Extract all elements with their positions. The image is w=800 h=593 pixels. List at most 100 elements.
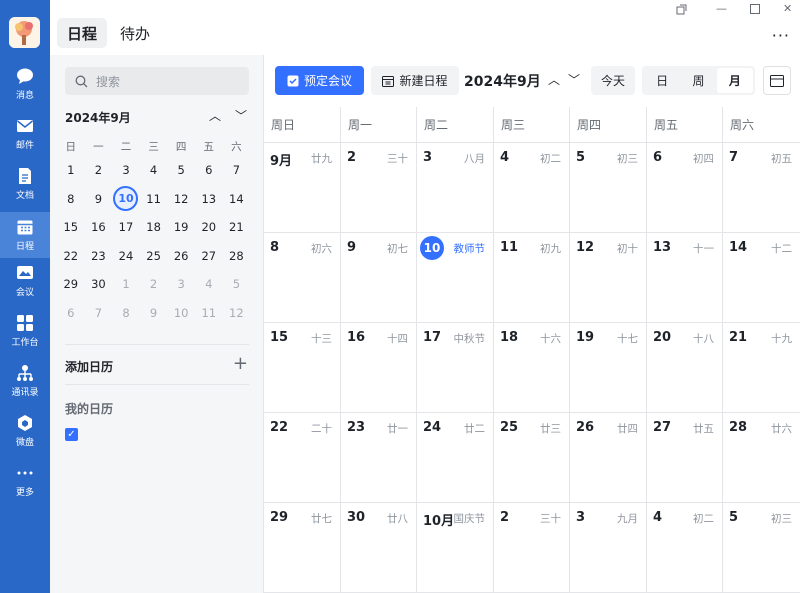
mini-day[interactable]: 24 [112, 242, 140, 271]
day-cell[interactable]: 2 三十 [493, 503, 569, 593]
nav-item-docs[interactable]: 文档 [0, 165, 50, 209]
day-cell[interactable]: 28 廿六 [722, 413, 800, 503]
day-cell[interactable]: 18 十六 [493, 323, 569, 413]
mini-day[interactable]: 8 [112, 299, 140, 328]
nav-item-mail[interactable]: 邮件 [0, 115, 50, 159]
mini-day[interactable]: 20 [195, 213, 223, 242]
avatar[interactable] [9, 17, 40, 48]
day-cell[interactable]: 10 教师节 [416, 233, 493, 323]
mini-day[interactable]: 7 [223, 156, 251, 185]
day-cell[interactable]: 20 十八 [646, 323, 722, 413]
mini-day[interactable]: 6 [57, 299, 85, 328]
day-cell[interactable]: 3 九月 [569, 503, 646, 593]
day-cell[interactable]: 25 廿三 [493, 413, 569, 503]
mini-day[interactable]: 14 [223, 185, 251, 214]
mini-day[interactable]: 9 [85, 185, 113, 214]
nav-item-more[interactable]: 更多 [0, 462, 50, 506]
mini-day[interactable]: 7 [85, 299, 113, 328]
mini-day[interactable]: 9 [140, 299, 168, 328]
nav-item-message[interactable]: 消息 [0, 65, 50, 109]
prev-month-icon[interactable]: ︿ [548, 71, 560, 88]
mini-day[interactable]: 13 [195, 185, 223, 214]
mini-day[interactable]: 2 [85, 156, 113, 185]
day-cell[interactable]: 10月 国庆节 [416, 503, 493, 593]
mini-day[interactable]: 17 [112, 213, 140, 242]
day-cell[interactable]: 4 初二 [646, 503, 722, 593]
mini-day[interactable]: 25 [140, 242, 168, 271]
sidebar-toggle-icon[interactable] [763, 66, 791, 95]
day-cell[interactable]: 5 初三 [722, 503, 800, 593]
search-input[interactable]: 搜索 [65, 67, 249, 95]
day-cell[interactable]: 27 廿五 [646, 413, 722, 503]
mini-day[interactable]: 26 [167, 242, 195, 271]
mini-day[interactable]: 28 [223, 242, 251, 271]
next-month-icon[interactable]: ﹀ [568, 71, 580, 88]
mini-day[interactable]: 18 [140, 213, 168, 242]
view-day[interactable]: 日 [644, 68, 680, 93]
mini-day[interactable]: 11 [195, 299, 223, 328]
mini-day[interactable]: 21 [223, 213, 251, 242]
mini-day[interactable]: 3 [167, 270, 195, 299]
mini-day[interactable]: 5 [167, 156, 195, 185]
mini-day[interactable]: 4 [195, 270, 223, 299]
nav-item-drive[interactable]: 微盘 [0, 412, 50, 456]
day-cell[interactable]: 23 廿一 [340, 413, 416, 503]
day-cell[interactable]: 30 廿八 [340, 503, 416, 593]
day-cell[interactable]: 8 初六 [264, 233, 340, 323]
day-cell[interactable]: 9月 廿九 [264, 143, 340, 233]
add-calendar-button[interactable]: + [233, 353, 248, 374]
nav-item-contacts[interactable]: 通讯录 [0, 362, 50, 406]
day-cell[interactable]: 2 三十 [340, 143, 416, 233]
chevron-down-icon[interactable]: ﹀ [235, 107, 247, 124]
mini-day[interactable]: 22 [57, 242, 85, 271]
my-calendar-checkbox[interactable]: ✓ [65, 428, 78, 441]
view-month[interactable]: 月 [716, 68, 753, 93]
mini-day[interactable]: 5 [223, 270, 251, 299]
mini-day[interactable]: 6 [195, 156, 223, 185]
day-cell[interactable]: 21 十九 [722, 323, 800, 413]
day-cell[interactable]: 24 廿二 [416, 413, 493, 503]
mini-day[interactable]: 4 [140, 156, 168, 185]
mini-day[interactable]: 23 [85, 242, 113, 271]
day-cell[interactable]: 5 初三 [569, 143, 646, 233]
day-cell[interactable]: 15 十三 [264, 323, 340, 413]
book-meeting-button[interactable]: 预定会议 [275, 66, 364, 95]
day-cell[interactable]: 29 廿七 [264, 503, 340, 593]
day-cell[interactable]: 6 初四 [646, 143, 722, 233]
mini-day[interactable]: 12 [167, 185, 195, 214]
mini-day[interactable]: 30 [85, 270, 113, 299]
mini-day[interactable]: 15 [57, 213, 85, 242]
close-icon[interactable]: ✕ [783, 2, 792, 15]
tab-schedule[interactable]: 日程 [57, 18, 107, 48]
day-cell[interactable]: 4 初二 [493, 143, 569, 233]
mini-day[interactable]: 29 [57, 270, 85, 299]
tab-todo[interactable]: 待办 [120, 18, 150, 48]
day-cell[interactable]: 22 二十 [264, 413, 340, 503]
day-cell[interactable]: 16 十四 [340, 323, 416, 413]
day-cell[interactable]: 19 十七 [569, 323, 646, 413]
chevron-up-icon[interactable]: ︿ [209, 107, 221, 124]
nav-item-workbench[interactable]: 工作台 [0, 312, 50, 356]
mini-day[interactable]: 1 [57, 156, 85, 185]
day-cell[interactable]: 3 八月 [416, 143, 493, 233]
maximize-icon[interactable] [750, 4, 760, 17]
mini-day[interactable]: 3 [112, 156, 140, 185]
mini-day[interactable]: 11 [140, 185, 168, 214]
day-cell[interactable]: 17 中秋节 [416, 323, 493, 413]
day-cell[interactable]: 14 十二 [722, 233, 800, 323]
nav-item-meeting[interactable]: 会议 [0, 262, 50, 306]
view-week[interactable]: 周 [680, 68, 716, 93]
mini-day[interactable]: 12 [223, 299, 251, 328]
minimize-icon[interactable]: — [716, 2, 727, 15]
day-cell[interactable]: 12 初十 [569, 233, 646, 323]
mini-day[interactable]: 16 [85, 213, 113, 242]
day-cell[interactable]: 26 廿四 [569, 413, 646, 503]
mini-day[interactable]: 10 [167, 299, 195, 328]
nav-item-calendar[interactable]: 日程 [0, 212, 50, 258]
mini-day[interactable]: 2 [140, 270, 168, 299]
new-event-button[interactable]: 新建日程 [371, 66, 459, 95]
day-cell[interactable]: 7 初五 [722, 143, 800, 233]
day-cell[interactable]: 9 初七 [340, 233, 416, 323]
mini-day[interactable]: 27 [195, 242, 223, 271]
day-cell[interactable]: 13 十一 [646, 233, 722, 323]
